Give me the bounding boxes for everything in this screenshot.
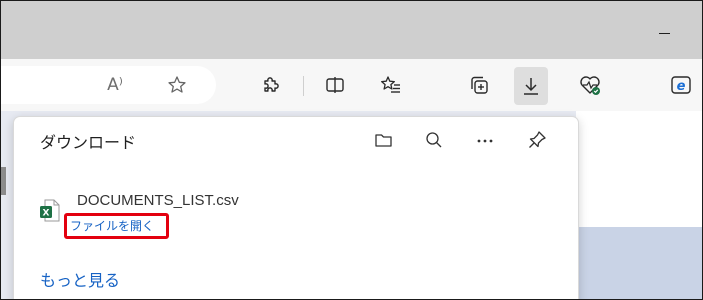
extensions-icon <box>264 77 279 92</box>
edge-button[interactable]: e <box>665 69 697 101</box>
pin-icon <box>529 131 546 148</box>
downloads-button[interactable] <box>514 67 548 105</box>
downloads-icon <box>524 78 538 95</box>
read-aloud-button[interactable]: A⁾ <box>99 69 131 101</box>
page-content <box>576 111 702 299</box>
page-edge <box>1 167 6 195</box>
open-downloads-folder-button[interactable] <box>369 125 399 155</box>
show-more-link[interactable]: もっと見る <box>40 267 120 291</box>
read-aloud-icon: A⁾ <box>107 75 123 95</box>
svg-text:X: X <box>43 209 50 219</box>
search-downloads-icon <box>426 132 442 148</box>
browser-toolbar: A⁾ e <box>1 59 702 111</box>
open-file-link[interactable]: ファイルを開く <box>70 217 154 234</box>
collections-button[interactable] <box>463 69 495 101</box>
svg-text:e: e <box>677 79 686 94</box>
open-downloads-folder-icon <box>375 134 392 147</box>
split-screen-button[interactable] <box>319 69 351 101</box>
download-file-name: DOCUMENTS_LIST.csv <box>77 192 239 209</box>
excel-csv-file-icon: X <box>40 199 60 222</box>
favorites-button[interactable] <box>375 69 407 101</box>
minimize-button[interactable] <box>651 25 681 41</box>
browser-window: A⁾ e ダウンロード X DOCUMENTS_LIST.csv ファイルを開く… <box>0 0 703 300</box>
downloads-flyout: ダウンロード X DOCUMENTS_LIST.csv ファイルを開く もっと見… <box>13 116 579 299</box>
search-downloads-button[interactable] <box>419 125 449 155</box>
split-screen-icon <box>326 77 344 93</box>
more-options-button[interactable] <box>470 125 500 155</box>
favorite-star-icon <box>168 76 186 93</box>
page-content-band <box>576 227 702 299</box>
browser-essentials-button[interactable] <box>574 69 606 101</box>
browser-essentials-icon <box>580 76 600 95</box>
collections-icon <box>471 76 488 94</box>
extensions-button[interactable] <box>255 69 287 101</box>
title-bar <box>1 1 702 59</box>
favorites-icon <box>381 76 400 93</box>
edge-icon: e <box>671 76 691 94</box>
more-options-icon <box>477 139 493 143</box>
toolbar-separator <box>303 76 304 96</box>
pin-button[interactable] <box>522 125 552 155</box>
add-favorite-button[interactable] <box>161 69 193 101</box>
downloads-title: ダウンロード <box>40 133 137 152</box>
